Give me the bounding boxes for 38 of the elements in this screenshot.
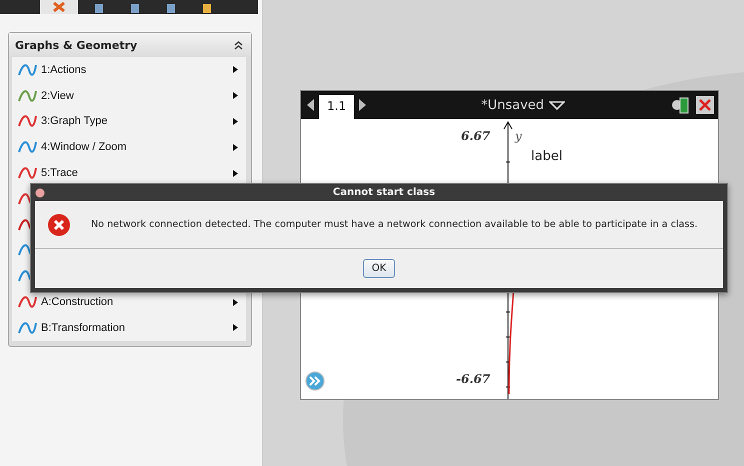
page-icon [130, 4, 140, 12]
menu-item[interactable]: 1:Actions [12, 57, 246, 83]
axis-min-label: -6.67 [456, 372, 490, 386]
page-icon [94, 4, 104, 12]
page-icon [166, 4, 176, 12]
graph-text: label [531, 149, 562, 164]
ok-button[interactable]: OK [362, 259, 396, 278]
page-tab[interactable]: 1.1 [319, 95, 354, 119]
submenu-arrow-icon [233, 170, 238, 177]
submenu-arrow-icon [233, 66, 238, 74]
window-close-icon[interactable] [35, 188, 45, 198]
submenu-arrow-icon [233, 118, 238, 125]
battery-icon [671, 96, 691, 114]
document-title[interactable]: *Unsaved [481, 98, 544, 112]
submenu-arrow-icon [233, 144, 238, 151]
close-icon[interactable] [696, 96, 714, 114]
previous-page-icon[interactable] [307, 99, 314, 111]
dialog-title: Cannot start class [332, 187, 436, 198]
submenu-arrow-icon [233, 92, 238, 100]
menu-item[interactable]: 3:Graph Type [12, 108, 246, 134]
axis-max-label: 6.67 [461, 129, 490, 143]
axis-name: y [515, 129, 522, 143]
submenu-arrow-icon [233, 298, 238, 306]
dialog-message: No network connection detected. The computer must have a network connection available to be able to participate in a class. [91, 219, 698, 230]
collapse-icon[interactable] [234, 40, 243, 50]
tools-icon [52, 2, 66, 12]
panel-title: Graphs & Geometry [15, 38, 138, 52]
expand-icon[interactable] [305, 371, 325, 391]
menu-item[interactable]: A:Construction [12, 289, 246, 315]
menu-item[interactable]: 2:View [12, 82, 246, 109]
page-icon [202, 4, 212, 12]
error-icon [47, 212, 71, 236]
next-page-icon[interactable] [359, 99, 366, 111]
menu-item[interactable]: 5:Trace [12, 160, 246, 186]
submenu-arrow-icon [233, 324, 238, 332]
dropdown-icon[interactable] [549, 100, 566, 110]
menu-item[interactable]: B:Transformation [12, 314, 246, 341]
menu-item[interactable]: 4:Window / Zoom [12, 134, 246, 160]
